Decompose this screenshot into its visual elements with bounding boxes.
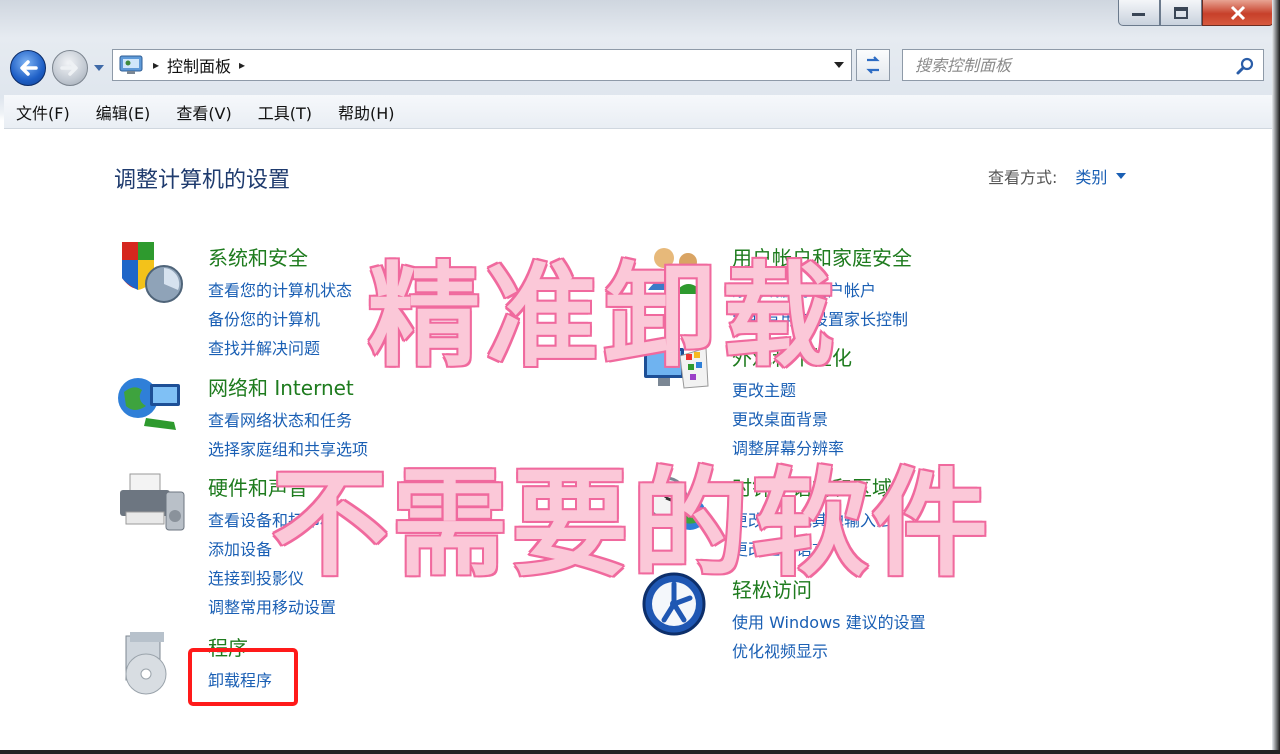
window-edge-right xyxy=(1272,0,1280,754)
back-button[interactable] xyxy=(10,50,46,86)
control-panel-icon xyxy=(119,55,143,74)
refresh-icon xyxy=(866,56,880,74)
minimize-button[interactable] xyxy=(1118,0,1160,26)
link-recommended-settings[interactable]: 使用 Windows 建议的设置 xyxy=(732,608,926,637)
close-icon xyxy=(1230,5,1246,20)
address-bar[interactable]: ▸ 控制面板 ▸ xyxy=(112,49,852,81)
navigation-bar: ▸ 控制面板 ▸ xyxy=(0,44,1280,88)
control-panel-window: ▸ 控制面板 ▸ 文件(F) 编辑(E) 查看(V) 工具(T) 帮助(H) 调… xyxy=(0,0,1280,754)
link-view-computer-status[interactable]: 查看您的计算机状态 xyxy=(208,276,352,305)
view-by-label: 查看方式: xyxy=(988,168,1058,187)
link-backup-computer[interactable]: 备份您的计算机 xyxy=(208,305,352,334)
address-dropdown-icon[interactable] xyxy=(833,60,845,70)
history-dropdown-icon[interactable] xyxy=(92,62,106,74)
forward-button[interactable] xyxy=(52,50,88,86)
maximize-icon xyxy=(1174,6,1188,19)
category-title[interactable]: 网络和 Internet xyxy=(208,372,354,401)
category-links: 使用 Windows 建议的设置 优化视频显示 xyxy=(732,608,926,666)
view-by-selector: 查看方式: 类别 xyxy=(988,164,1127,188)
menu-bar: 文件(F) 编辑(E) 查看(V) 工具(T) 帮助(H) xyxy=(4,95,1272,129)
programs-disc-icon xyxy=(125,632,167,695)
back-arrow-icon xyxy=(20,60,38,76)
link-optimize-visual-display[interactable]: 优化视频显示 xyxy=(732,637,926,666)
search-icon[interactable] xyxy=(1235,56,1255,76)
menu-view[interactable]: 查看(V) xyxy=(176,100,231,124)
menu-edit[interactable]: 编辑(E) xyxy=(96,100,151,124)
page-title: 调整计算机的设置 xyxy=(114,168,291,193)
search-input[interactable] xyxy=(915,55,1215,75)
breadcrumb-control-panel[interactable]: 控制面板 xyxy=(167,53,231,77)
menu-help[interactable]: 帮助(H) xyxy=(338,100,395,124)
uninstall-highlight-box xyxy=(188,648,298,706)
close-button[interactable] xyxy=(1202,0,1274,26)
printer-icon xyxy=(120,473,185,531)
network-globe-icon xyxy=(118,378,180,430)
shield-icon xyxy=(122,242,183,303)
maximize-button[interactable] xyxy=(1160,0,1202,26)
category-title[interactable]: 系统和安全 xyxy=(208,242,308,271)
chevron-down-icon[interactable] xyxy=(1115,171,1127,181)
window-edge-bottom xyxy=(0,750,1280,754)
window-caption-buttons xyxy=(1118,0,1274,28)
minimize-icon xyxy=(1132,12,1145,16)
category-links: 查看您的计算机状态 备份您的计算机 查找并解决问题 xyxy=(208,276,352,363)
forward-arrow-icon xyxy=(60,60,78,76)
refresh-button[interactable] xyxy=(856,49,890,81)
breadcrumb-separator-trailing[interactable]: ▸ xyxy=(239,58,245,72)
menu-tools[interactable]: 工具(T) xyxy=(258,100,312,124)
search-box[interactable] xyxy=(902,49,1264,81)
view-by-value[interactable]: 类别 xyxy=(1075,164,1107,188)
menu-file[interactable]: 文件(F) xyxy=(16,100,70,124)
link-troubleshoot[interactable]: 查找并解决问题 xyxy=(208,334,352,363)
overlay-caption-line1: 精准卸载 xyxy=(367,251,840,384)
breadcrumb-separator[interactable]: ▸ xyxy=(153,58,159,72)
overlay-caption-line2: 不需要的软件 xyxy=(271,456,992,594)
